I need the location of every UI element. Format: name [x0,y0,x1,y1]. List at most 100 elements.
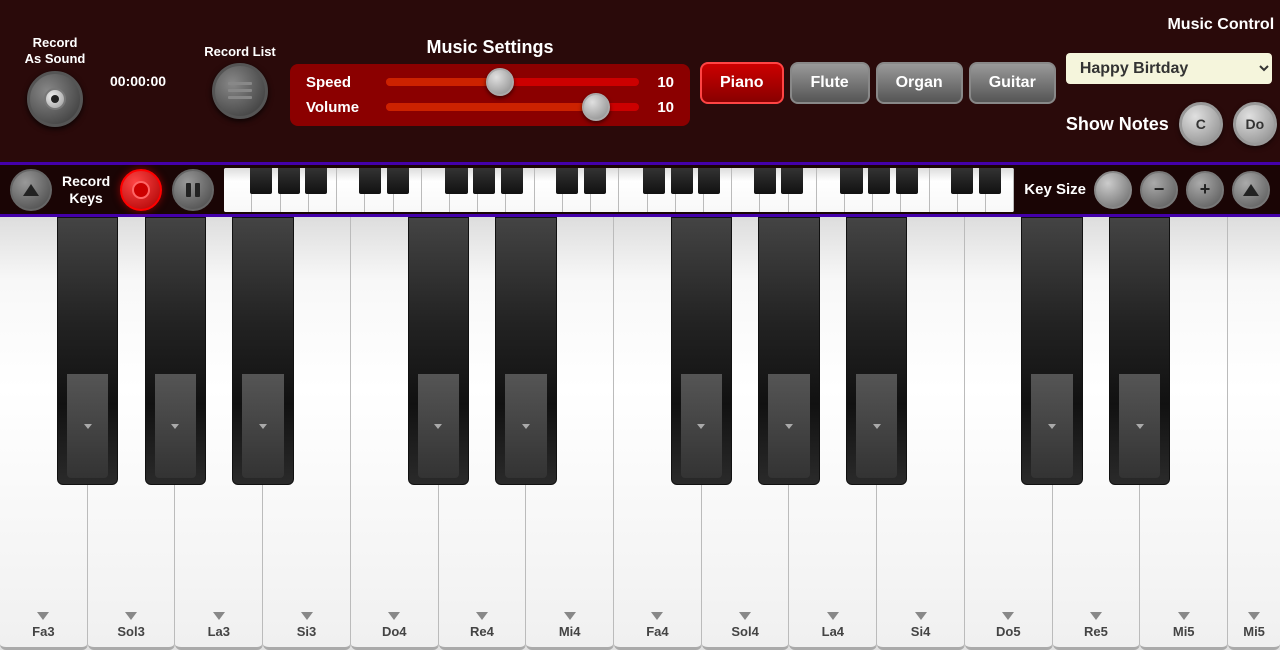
record-button[interactable] [120,169,162,211]
mini-black-key[interactable] [896,168,918,194]
volume-slider[interactable] [386,103,639,111]
piano-key-label: Sol3 [117,624,144,639]
music-settings-section: Music Settings Speed 10 Volume 10 [290,37,690,126]
mini-black-key[interactable] [501,168,523,194]
piano-black-key[interactable] [408,217,469,485]
white-key-arrow-icon [915,612,927,620]
black-key-arrow-icon [259,424,267,429]
key-size-up-button[interactable] [1232,171,1270,209]
note-c-button[interactable]: C [1179,102,1223,146]
key-size-knob[interactable] [1094,171,1132,209]
speed-value: 10 [649,74,674,91]
up-arrow-icon [23,184,39,196]
volume-value: 10 [649,99,674,116]
speed-label: Speed [306,74,376,91]
piano-section: Fa3Sol3La3Si3Do4Re4Mi4Fa4Sol4La4Si4Do5Re… [0,217,1280,650]
mini-black-key[interactable] [643,168,665,194]
speed-row: Speed 10 [306,74,674,91]
flute-button[interactable]: Flute [790,62,870,104]
key-size-increase-button[interactable]: + [1186,171,1224,209]
show-notes-label: Show Notes [1066,114,1169,135]
song-dropdown[interactable]: Happy Birtday [1066,53,1272,84]
organ-button[interactable]: Organ [876,62,963,104]
piano-key-label: Mi5 [1173,624,1195,639]
black-key-arrow-icon [873,424,881,429]
mini-black-key[interactable] [250,168,272,194]
record-as-sound-button[interactable] [27,71,83,127]
white-key-arrow-icon [476,612,488,620]
piano-black-key[interactable] [758,217,819,485]
mini-white-key[interactable] [224,168,252,212]
piano-black-key[interactable] [495,217,556,485]
mini-black-key[interactable] [781,168,803,194]
mini-black-key[interactable] [951,168,973,194]
record-keys-row: Record Keys Key Size − + [0,165,1280,217]
key-size-decrease-button[interactable]: − [1140,171,1178,209]
volume-thumb[interactable] [582,93,610,121]
piano-black-key[interactable] [145,217,206,485]
piano-key-label: Mi4 [559,624,581,639]
note-do-button[interactable]: Do [1233,102,1277,146]
white-key-arrow-icon [827,612,839,620]
piano-key-label: Re5 [1084,624,1108,639]
key-size-up-icon [1243,184,1259,196]
piano-key-label: Si3 [297,624,317,639]
pause-button[interactable] [172,169,214,211]
mini-black-key[interactable] [671,168,693,194]
mini-black-key[interactable] [698,168,720,194]
black-key-inner [681,374,723,478]
piano-key-label-partial: Mi5 [1243,624,1265,639]
mini-black-key[interactable] [473,168,495,194]
piano-black-key[interactable] [846,217,907,485]
mini-black-key[interactable] [979,168,1001,194]
black-key-inner [505,374,547,478]
white-key-arrow-icon [301,612,313,620]
piano-black-key[interactable] [232,217,293,485]
black-key-arrow-icon [1136,424,1144,429]
piano-black-key[interactable] [1021,217,1082,485]
record-inner-circle [132,181,150,199]
white-key-arrow-icon [564,612,576,620]
black-key-arrow-icon [522,424,530,429]
volume-label: Volume [306,99,376,116]
piano-black-key[interactable] [1109,217,1170,485]
piano-black-key[interactable] [671,217,732,485]
mini-black-key[interactable] [754,168,776,194]
scroll-up-button[interactable] [10,169,52,211]
music-control-section: Music Control Happy Birtday Show Notes C… [1066,16,1280,146]
instrument-buttons: Piano Flute Organ Guitar [700,62,1056,104]
record-button-dot [51,95,59,103]
mini-black-key[interactable] [868,168,890,194]
record-as-sound-section: Record As Sound [10,35,100,126]
mini-black-key[interactable] [840,168,862,194]
black-key-inner [155,374,197,478]
piano-key-label: La4 [822,624,844,639]
mini-black-key[interactable] [584,168,606,194]
piano-key-label: Fa3 [32,624,54,639]
mini-black-key[interactable] [278,168,300,194]
piano-black-key[interactable] [57,217,118,485]
white-key-arrow-icon [125,612,137,620]
mini-black-key[interactable] [445,168,467,194]
instrument-section: Piano Flute Organ Guitar [700,62,1056,104]
mini-black-key[interactable] [387,168,409,194]
mini-black-key[interactable] [556,168,578,194]
record-list-label: Record List [204,44,276,59]
pause-bar-left [186,183,191,197]
black-key-inner [1031,374,1073,478]
piano-white-key-partial[interactable]: Mi5 [1228,217,1280,650]
mini-black-key[interactable] [305,168,327,194]
speed-thumb[interactable] [486,68,514,96]
white-key-arrow-icon [739,612,751,620]
piano-button[interactable]: Piano [700,62,784,104]
list-icon [226,80,254,102]
mini-black-key[interactable] [359,168,381,194]
piano-key-label: La3 [208,624,230,639]
piano-key-label: Fa4 [646,624,668,639]
record-list-button[interactable] [212,63,268,119]
speed-slider[interactable] [386,78,639,86]
white-key-arrow-icon [213,612,225,620]
white-key-arrow-icon [651,612,663,620]
guitar-button[interactable]: Guitar [969,62,1056,104]
music-control-title: Music Control [1066,16,1280,34]
